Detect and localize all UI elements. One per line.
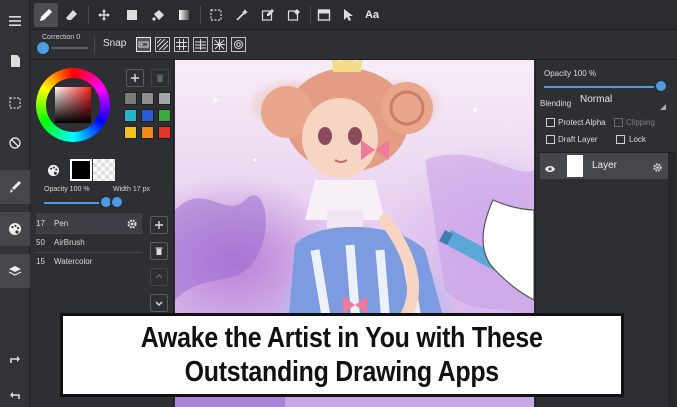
brush-opacity-fill [44,202,106,204]
headline-banner: Awake the Artist in You with These Outst… [60,313,624,397]
toolbar-divider [200,6,201,24]
text-tool-label: Aa [364,9,380,21]
snap-label: Snap [103,38,127,49]
transparent-color-swatch[interactable] [93,159,115,181]
snap-concentric-icon[interactable] [212,37,227,52]
correction-label: Correction 0 [42,34,81,41]
brush-name: AirBrush [54,237,85,247]
saturation-value-square[interactable] [55,87,91,123]
pen-tool-icon[interactable] [34,3,58,27]
move-tool-icon[interactable] [92,3,116,27]
snap-parallel-icon[interactable] [155,37,170,52]
protect-alpha-checkbox[interactable] [546,118,555,127]
document-icon[interactable] [0,44,30,78]
layer-thumbnail [567,155,583,177]
eye-visibility-icon[interactable] [545,161,555,172]
toolbar-divider [310,6,311,24]
add-brush-button[interactable] [150,216,168,234]
gradient-icon[interactable] [172,3,196,27]
draft-layer-checkbox[interactable] [546,135,555,144]
menu-icon[interactable] [0,4,30,38]
brush-width-knob[interactable] [110,195,124,209]
layer-opacity-knob[interactable] [654,79,668,93]
blending-label: Blending [540,99,572,108]
headline-line-1: Awake the Artist in You with These [141,322,543,354]
clipping-checkbox[interactable] [614,118,623,127]
clipping-label: Clipping [626,118,655,127]
lock-checkbox[interactable] [616,135,625,144]
delete-brush-button[interactable] [150,242,168,260]
layers-icon[interactable] [0,254,30,288]
move-brush-down-button[interactable] [150,294,168,312]
blending-select[interactable]: Normal [580,94,670,110]
headline-line-2: Outstanding Drawing Apps [184,356,500,388]
layer-opacity-fill [544,86,668,88]
brush-size: 50 [36,237,45,247]
color-swatch[interactable] [141,109,154,122]
snap-radial-icon[interactable] [193,37,208,52]
correction-slider-knob[interactable] [35,40,51,56]
primary-color-black[interactable] [70,159,92,181]
undo-icon[interactable] [0,378,30,407]
add-swatch-button[interactable] [126,69,144,87]
lock-label: Lock [629,135,646,144]
color-swatch[interactable] [124,126,137,139]
rectangle-fill-icon[interactable] [120,3,144,27]
color-swatch[interactable] [124,92,137,105]
eraser-tool-icon[interactable] [60,3,84,27]
brush-settings-gear-icon[interactable] [126,217,138,229]
subbar-divider [94,36,95,54]
left-icon-rail [0,0,30,407]
brush-item[interactable]: 15 Watercolor [36,252,142,270]
color-swatch[interactable] [158,92,171,105]
layer-name: Layer [592,160,618,171]
top-toolbar: Aa [30,0,677,30]
brush-opacity-label: Opacity 100 % [44,186,90,193]
protect-alpha-label: Protect Alpha [558,118,606,127]
select-pen-icon[interactable] [256,3,280,27]
snap-circle-icon[interactable] [231,37,246,52]
brush-size: 17 [36,218,45,228]
color-swatch[interactable] [124,109,137,122]
brush-item[interactable]: 50 AirBrush [36,233,142,251]
brush-width-label: Width 17 px [113,186,150,193]
bucket-fill-icon[interactable] [146,3,170,27]
toolbar-divider [88,6,89,24]
brush-name: Watercolor [54,256,93,266]
color-swatch[interactable] [141,126,154,139]
color-palette-icon[interactable] [0,212,30,246]
snap-grid-icon[interactable] [174,37,189,52]
snap-bar: Correction 0 Snap [30,30,677,60]
layer-row[interactable]: Layer [540,153,668,179]
brush-tool-icon[interactable] [0,170,30,204]
draft-layer-label: Draft Layer [558,135,598,144]
selection-icon[interactable] [0,86,30,120]
palette-icon[interactable] [44,161,62,179]
blending-value: Normal [580,94,613,105]
brush-name: Pen [54,218,69,228]
move-brush-up-button[interactable] [150,268,168,286]
color-swatch[interactable] [158,109,171,122]
snap-off-icon[interactable] [136,37,151,52]
layer-settings-gear-icon[interactable] [652,160,663,172]
delete-swatch-button[interactable] [151,69,169,87]
brush-size: 15 [36,256,45,266]
text-tool-button[interactable]: Aa [360,3,384,27]
magic-wand-icon[interactable] [230,3,254,27]
rotate-icon[interactable] [0,126,30,160]
dropdown-corner-icon [660,104,666,110]
color-swatch[interactable] [141,92,154,105]
color-swatch[interactable] [158,126,171,139]
frame-divider-icon[interactable] [312,3,336,27]
cursor-icon[interactable] [336,3,360,27]
redo-icon[interactable] [0,342,30,376]
color-wheel[interactable] [36,68,110,142]
select-rect-icon[interactable] [204,3,228,27]
layer-scrollbar[interactable] [668,153,676,407]
select-eraser-icon[interactable] [282,3,306,27]
layer-opacity-label: Opacity 100 % [544,69,597,78]
